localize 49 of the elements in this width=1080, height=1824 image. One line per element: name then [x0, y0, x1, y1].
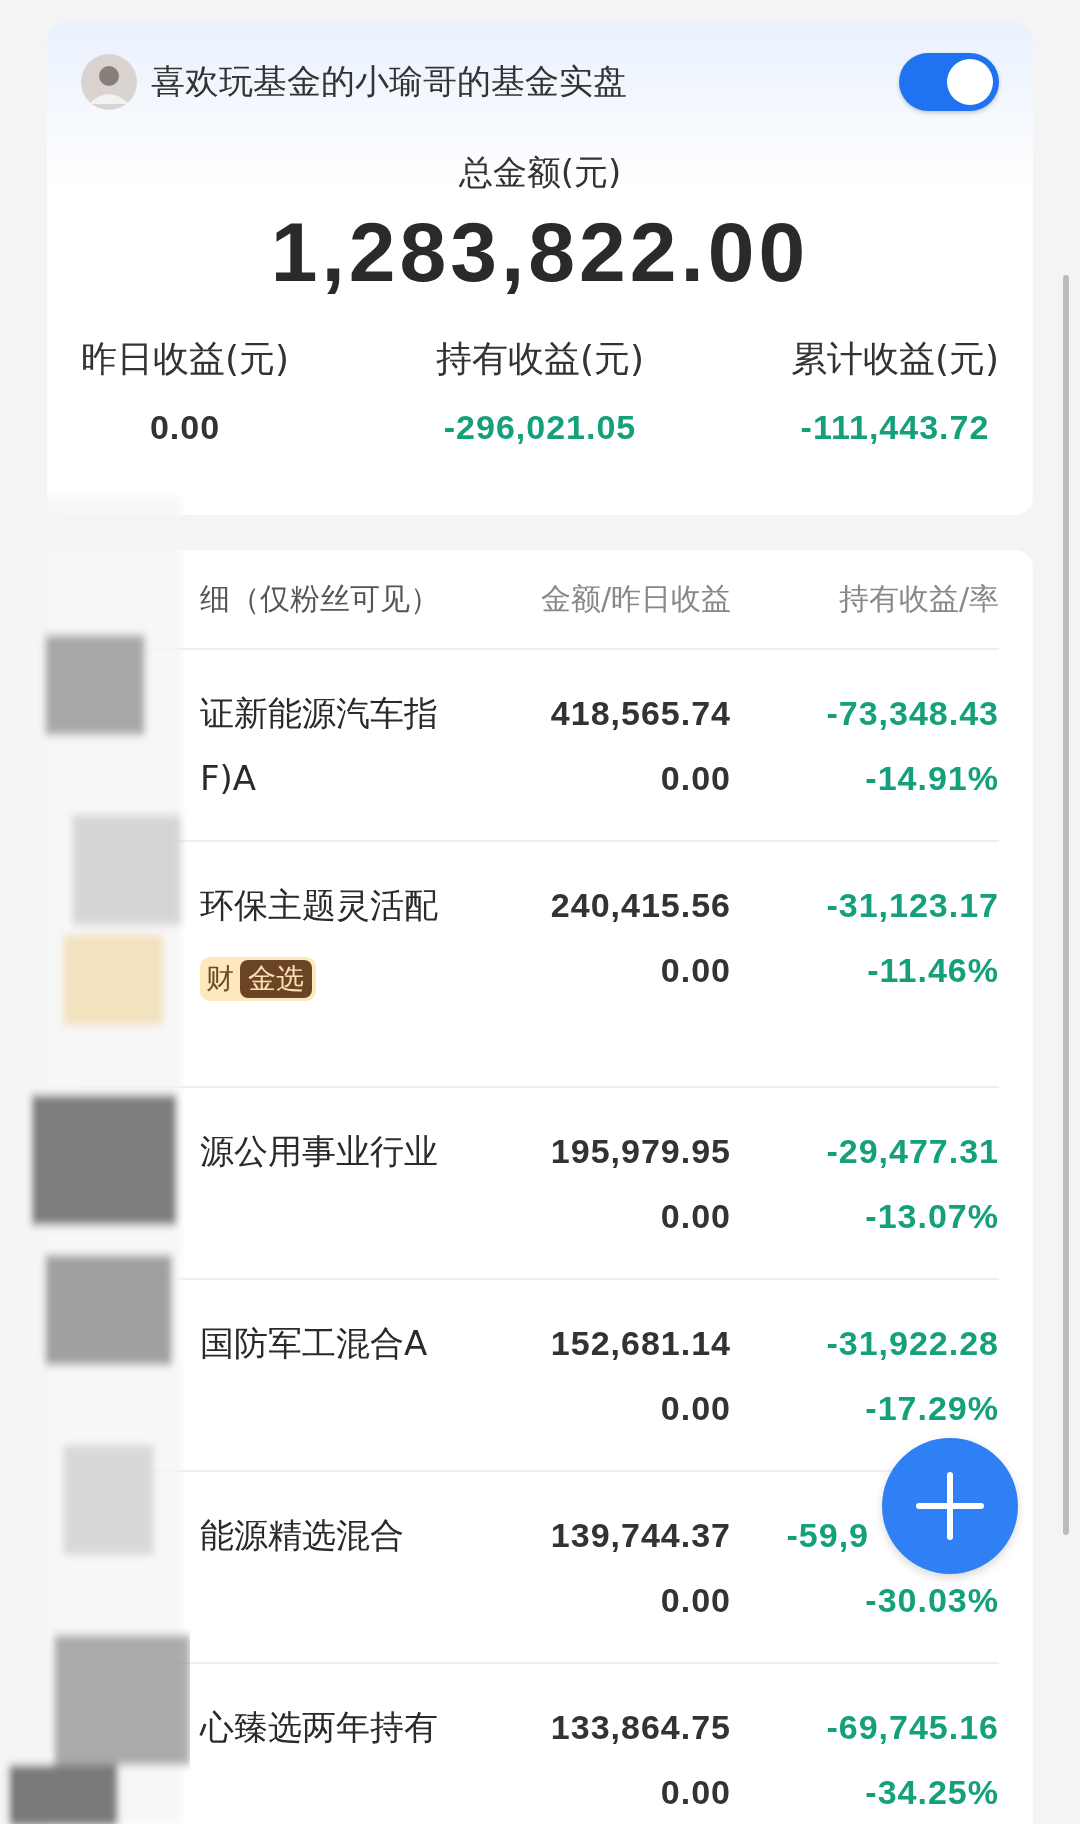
stat-value: 0.00: [149, 408, 221, 447]
amount-value: 240,415.56: [550, 885, 731, 926]
yesterday-profit: 0.00: [660, 950, 731, 991]
avatar: [81, 54, 137, 110]
yesterday-profit: 0.00: [660, 1580, 731, 1621]
profit-rate: -13.07%: [865, 1196, 999, 1237]
fund-tag: 财: [206, 960, 234, 998]
profit-rate: -17.29%: [865, 1388, 999, 1429]
holding-profit: -29,477.31: [826, 1131, 999, 1172]
fund-name[interactable]: 能源精选混合: [200, 1512, 481, 1558]
amount-value: 152,681.14: [550, 1323, 731, 1364]
scrollbar[interactable]: [1063, 275, 1069, 1535]
amount-value: 133,864.75: [550, 1707, 731, 1748]
profit-rate: -14.91%: [865, 758, 999, 799]
yesterday-profit: 0.00: [660, 1388, 731, 1429]
stat-label: 昨日收益(元): [81, 337, 290, 381]
yesterday-profit: 0.00: [660, 758, 731, 799]
yesterday-profit: 0.00: [660, 1772, 731, 1813]
amount-value: 139,744.37: [550, 1515, 731, 1556]
holding-profit: -69,745.16: [826, 1707, 999, 1748]
fund-name[interactable]: F)A: [200, 755, 481, 801]
profit-rate: -34.25%: [865, 1772, 999, 1813]
stat-label: 累计收益(元): [790, 337, 999, 381]
plus-icon: [915, 1471, 985, 1541]
toggle-switch[interactable]: [899, 53, 999, 111]
yesterday-profit: 0.00: [660, 1196, 731, 1237]
column-header: 细（仅粉丝可见）: [199, 579, 441, 618]
stat-label: 持有收益(元): [435, 337, 645, 381]
holding-profit: -73,348.43: [826, 693, 999, 734]
column-header: 金额/昨日收益: [539, 579, 731, 618]
fund-name[interactable]: 国防军工混合A: [200, 1320, 481, 1366]
account-title: 喜欢玩基金的小瑜哥的基金实盘: [151, 60, 628, 103]
holding-profit: -31,922.28: [826, 1323, 999, 1364]
stat-value: -296,021.05: [443, 408, 637, 447]
total-amount: 1,283,822.00: [269, 204, 811, 301]
column-header: 持有收益/率: [837, 579, 999, 618]
stat-value: -111,443.72: [800, 408, 990, 447]
fund-name[interactable]: 源公用事业行业: [200, 1128, 481, 1174]
fund-name[interactable]: 环保主题灵活配: [200, 882, 481, 928]
profit-rate: -11.46%: [867, 950, 999, 991]
total-label: 总金额(元): [457, 151, 623, 194]
fund-badge: 金选: [240, 960, 312, 998]
profit-rate: -30.03%: [865, 1580, 999, 1621]
fund-name[interactable]: 证新能源汽车指: [200, 690, 481, 736]
holding-profit: -59,9: [786, 1515, 869, 1556]
amount-value: 195,979.95: [550, 1131, 731, 1172]
fund-name[interactable]: 心臻选两年持有: [200, 1704, 481, 1750]
amount-value: 418,565.74: [550, 693, 731, 734]
holding-profit: -31,123.17: [826, 885, 999, 926]
